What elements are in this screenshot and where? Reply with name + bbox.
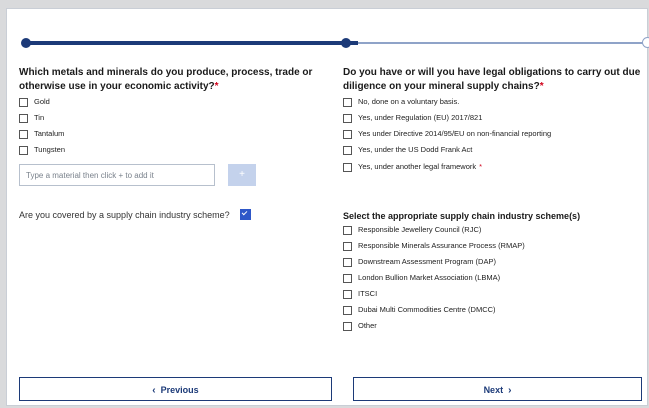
metal-option-tin[interactable]: Tin bbox=[19, 113, 44, 123]
option-label: Tungsten bbox=[34, 145, 65, 154]
next-button[interactable]: Next › bbox=[353, 377, 642, 401]
metals-question-text: Which metals and minerals do you produce… bbox=[19, 67, 313, 92]
option-label: Responsible Jewellery Council (RJC) bbox=[358, 225, 482, 234]
rmap-checkbox[interactable] bbox=[343, 241, 352, 251]
scheme-option-dap[interactable]: Downstream Assessment Program (DAP) bbox=[343, 257, 496, 267]
other-framework-checkbox[interactable] bbox=[343, 162, 352, 172]
option-label: ITSCI bbox=[358, 289, 378, 298]
itsci-checkbox[interactable] bbox=[343, 289, 352, 299]
scheme-select-title: Select the appropriate supply chain indu… bbox=[343, 211, 581, 221]
option-label: Yes, under Regulation (EU) 2017/821 bbox=[358, 113, 483, 122]
option-label: London Bullion Market Association (LBMA) bbox=[358, 273, 501, 282]
option-label: Dubai Multi Commodities Centre (DMCC) bbox=[358, 305, 496, 314]
chevron-right-icon: › bbox=[508, 385, 512, 396]
legal-obligations-question: Do you have or will you have legal oblig… bbox=[343, 66, 643, 94]
dap-checkbox[interactable] bbox=[343, 257, 352, 267]
eu-regulation-checkbox[interactable] bbox=[343, 113, 352, 123]
gold-checkbox[interactable] bbox=[19, 97, 28, 107]
progress-remaining-line bbox=[358, 42, 648, 44]
option-label: Responsible Minerals Assurance Process (… bbox=[358, 241, 525, 250]
option-label: Other bbox=[358, 321, 377, 330]
lbma-checkbox[interactable] bbox=[343, 273, 352, 283]
material-input-wrapper bbox=[19, 164, 215, 186]
legal-option-voluntary[interactable]: No, done on a voluntary basis. bbox=[343, 97, 459, 107]
scheme-option-dmcc[interactable]: Dubai Multi Commodities Centre (DMCC) bbox=[343, 305, 496, 315]
previous-label: Previous bbox=[160, 385, 199, 395]
scheme-option-rmap[interactable]: Responsible Minerals Assurance Process (… bbox=[343, 241, 525, 251]
scheme-checkbox[interactable] bbox=[239, 209, 251, 220]
option-label: Tantalum bbox=[34, 129, 65, 138]
dmcc-checkbox[interactable] bbox=[343, 305, 352, 315]
next-label: Next bbox=[483, 385, 504, 395]
step-1-dot bbox=[21, 38, 31, 48]
add-material-button[interactable]: + bbox=[228, 164, 256, 186]
directive-checkbox[interactable] bbox=[343, 129, 352, 139]
required-mark: * bbox=[214, 81, 219, 92]
option-label: Yes, under another legal framework bbox=[358, 162, 477, 171]
legal-question-text: Do you have or will you have legal oblig… bbox=[343, 67, 641, 92]
required-mark: * bbox=[479, 162, 483, 171]
scheme-option-other[interactable]: Other bbox=[343, 321, 377, 331]
questionnaire-card: Which metals and minerals do you produce… bbox=[6, 8, 649, 406]
tantalum-checkbox[interactable] bbox=[19, 129, 28, 139]
required-mark: * bbox=[539, 81, 544, 92]
progress-completed-line bbox=[25, 41, 358, 45]
metal-option-gold[interactable]: Gold bbox=[19, 97, 50, 107]
option-label: No, done on a voluntary basis. bbox=[358, 97, 460, 106]
other-checkbox[interactable] bbox=[343, 321, 352, 331]
step-3-dot bbox=[642, 37, 649, 48]
tin-checkbox[interactable] bbox=[19, 113, 28, 123]
option-label: Yes, under the US Dodd Frank Act bbox=[358, 145, 473, 154]
tungsten-checkbox[interactable] bbox=[19, 145, 28, 155]
voluntary-checkbox[interactable] bbox=[343, 97, 352, 107]
dodd-frank-checkbox[interactable] bbox=[343, 145, 352, 155]
option-label: Yes under Directive 2014/95/EU on non-fi… bbox=[358, 129, 552, 138]
step-progress-bar bbox=[21, 37, 649, 48]
option-label: Downstream Assessment Program (DAP) bbox=[358, 257, 496, 266]
scheme-question-text: Are you covered by a supply chain indust… bbox=[19, 209, 230, 220]
chevron-left-icon: ‹ bbox=[152, 385, 156, 396]
scheme-option-rjc[interactable]: Responsible Jewellery Council (RJC) bbox=[343, 225, 481, 235]
scheme-option-itsci[interactable]: ITSCI bbox=[343, 289, 377, 299]
metals-question: Which metals and minerals do you produce… bbox=[19, 66, 319, 94]
step-2-dot bbox=[341, 38, 351, 48]
previous-button[interactable]: ‹ Previous bbox=[19, 377, 332, 401]
rjc-checkbox[interactable] bbox=[343, 225, 352, 235]
legal-option-other-framework[interactable]: Yes, under another legal framework * bbox=[343, 162, 482, 172]
scheme-question: Are you covered by a supply chain indust… bbox=[19, 209, 251, 220]
material-input[interactable] bbox=[20, 165, 214, 186]
option-label: Tin bbox=[34, 113, 45, 122]
option-label: Gold bbox=[34, 97, 50, 106]
metal-option-tantalum[interactable]: Tantalum bbox=[19, 129, 64, 139]
metal-option-tungsten[interactable]: Tungsten bbox=[19, 145, 65, 155]
scheme-option-lbma[interactable]: London Bullion Market Association (LBMA) bbox=[343, 273, 500, 283]
legal-option-eu-regulation[interactable]: Yes, under Regulation (EU) 2017/821 bbox=[343, 113, 482, 123]
legal-option-directive[interactable]: Yes under Directive 2014/95/EU on non-fi… bbox=[343, 129, 551, 139]
legal-option-dodd-frank[interactable]: Yes, under the US Dodd Frank Act bbox=[343, 145, 472, 155]
